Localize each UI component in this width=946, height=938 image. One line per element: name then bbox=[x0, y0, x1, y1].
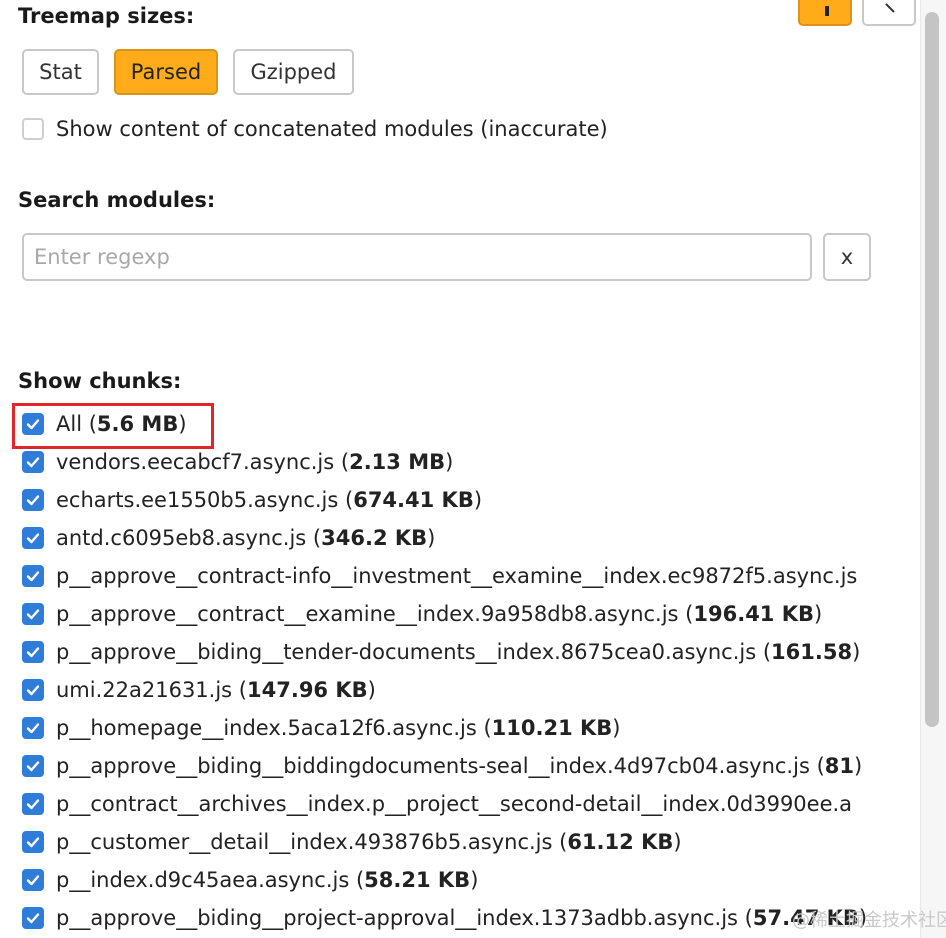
concat-modules-option[interactable]: Show content of concatenated modules (in… bbox=[22, 117, 608, 141]
chunk-label: p__homepage__index.5aca12f6.async.js (11… bbox=[56, 716, 621, 740]
checkbox-checked-icon[interactable] bbox=[22, 679, 44, 701]
chunk-label: p__approve__biding__project-approval__in… bbox=[56, 906, 868, 930]
chunk-label: vendors.eecabcf7.async.js (2.13 MB) bbox=[56, 450, 454, 474]
chunk-name: p__approve__biding__project-approval__in… bbox=[56, 906, 738, 930]
chunk-label: p__approve__contract__examine__index.9a9… bbox=[56, 602, 823, 626]
chunk-label: antd.c6095eb8.async.js (346.2 KB) bbox=[56, 526, 436, 550]
chunk-item[interactable]: p__approve__contract-info__investment__e… bbox=[22, 564, 857, 588]
chunk-size: 58.21 KB bbox=[364, 868, 471, 892]
chunk-all-label: All (5.6 MB) bbox=[56, 412, 187, 436]
chunk-name: p__approve__biding__biddingdocuments-sea… bbox=[56, 754, 810, 778]
chunk-label: p__customer__detail__index.493876b5.asyn… bbox=[56, 830, 682, 854]
chunk-name: p__contract__archives__index.p__project_… bbox=[56, 792, 853, 816]
checkbox-checked-icon[interactable] bbox=[22, 489, 44, 511]
checkbox-checked-icon[interactable] bbox=[22, 413, 44, 435]
checkbox-checked-icon[interactable] bbox=[22, 565, 44, 587]
checkbox-checked-icon[interactable] bbox=[22, 451, 44, 473]
chunk-label: p__approve__contract-info__investment__e… bbox=[56, 564, 857, 588]
concat-modules-checkbox[interactable] bbox=[22, 118, 44, 140]
watermark-text: @稀土掘金技术社区 bbox=[792, 910, 946, 931]
chunk-item[interactable]: vendors.eecabcf7.async.js (2.13 MB) bbox=[22, 450, 453, 474]
sidebar-panel: Treemap sizes: Stat Parsed Gzipped Show … bbox=[0, 0, 920, 938]
chunk-item[interactable]: p__index.d9c45aea.async.js (58.21 KB) bbox=[22, 868, 478, 892]
chunk-name: vendors.eecabcf7.async.js bbox=[56, 450, 335, 474]
pin-icon bbox=[825, 6, 829, 16]
scrollbar-thumb[interactable] bbox=[925, 12, 939, 727]
chunk-label: umi.22a21631.js (147.96 KB) bbox=[56, 678, 376, 702]
chunk-all-item[interactable]: All (5.6 MB) bbox=[22, 412, 187, 436]
gzipped-button[interactable]: Gzipped bbox=[233, 49, 354, 95]
chunk-item[interactable]: p__homepage__index.5aca12f6.async.js (11… bbox=[22, 716, 621, 740]
chunk-size: 196.41 KB bbox=[693, 602, 815, 626]
chunk-size: 110.21 KB bbox=[491, 716, 613, 740]
chunk-item[interactable]: p__approve__biding__biddingdocuments-sea… bbox=[22, 754, 862, 778]
chunk-size: 674.41 KB bbox=[353, 488, 474, 512]
pin-button[interactable] bbox=[798, 0, 852, 26]
clear-search-button[interactable]: x bbox=[823, 233, 871, 281]
chunk-name: echarts.ee1550b5.async.js bbox=[56, 488, 339, 512]
chunk-item[interactable]: echarts.ee1550b5.async.js (674.41 KB) bbox=[22, 488, 482, 512]
chunk-item[interactable]: p__approve__biding__project-approval__in… bbox=[22, 906, 867, 930]
chunk-size: 61.12 KB bbox=[567, 830, 674, 854]
chunk-name: p__approve__biding__tender-documents__in… bbox=[56, 640, 757, 664]
chunk-item[interactable]: p__contract__archives__index.p__project_… bbox=[22, 792, 852, 816]
chunk-label: p__index.d9c45aea.async.js (58.21 KB) bbox=[56, 868, 479, 892]
stat-button[interactable]: Stat bbox=[22, 49, 99, 95]
chunk-item[interactable]: umi.22a21631.js (147.96 KB) bbox=[22, 678, 376, 702]
collapse-button[interactable] bbox=[862, 0, 916, 26]
chunk-item[interactable]: antd.c6095eb8.async.js (346.2 KB) bbox=[22, 526, 435, 550]
checkbox-checked-icon[interactable] bbox=[22, 755, 44, 777]
chunk-item[interactable]: p__approve__biding__tender-documents__in… bbox=[22, 640, 860, 664]
chunk-name: p__approve__contract__examine__index.9a9… bbox=[56, 602, 679, 626]
chunk-size: 2.13 MB bbox=[349, 450, 446, 474]
checkbox-checked-icon[interactable] bbox=[22, 869, 44, 891]
arrow-icon bbox=[885, 3, 895, 13]
checkbox-checked-icon[interactable] bbox=[22, 527, 44, 549]
chunk-item[interactable]: p__approve__contract__examine__index.9a9… bbox=[22, 602, 822, 626]
concat-modules-label: Show content of concatenated modules (in… bbox=[56, 117, 608, 141]
chunk-name: antd.c6095eb8.async.js bbox=[56, 526, 307, 550]
checkbox-checked-icon[interactable] bbox=[22, 603, 44, 625]
show-chunks-heading: Show chunks: bbox=[18, 369, 182, 393]
chunk-label: p__approve__biding__tender-documents__in… bbox=[56, 640, 861, 664]
chunk-label: echarts.ee1550b5.async.js (674.41 KB) bbox=[56, 488, 483, 512]
chunk-size: 346.2 KB bbox=[321, 526, 428, 550]
chunk-name: p__customer__detail__index.493876b5.asyn… bbox=[56, 830, 553, 854]
chunk-label: p__approve__biding__biddingdocuments-sea… bbox=[56, 754, 863, 778]
search-input[interactable] bbox=[22, 233, 812, 281]
checkbox-checked-icon[interactable] bbox=[22, 717, 44, 739]
parsed-button[interactable]: Parsed bbox=[114, 49, 218, 95]
chunk-size: 161.58 bbox=[771, 640, 853, 664]
chunk-label: p__contract__archives__index.p__project_… bbox=[56, 792, 852, 816]
chunk-name: p__index.d9c45aea.async.js bbox=[56, 868, 350, 892]
chunk-size: 147.96 KB bbox=[247, 678, 368, 702]
chunk-name: umi.22a21631.js bbox=[56, 678, 233, 702]
search-modules-heading: Search modules: bbox=[18, 188, 216, 212]
checkbox-checked-icon[interactable] bbox=[22, 793, 44, 815]
chunk-size: 81 bbox=[824, 754, 854, 778]
treemap-sizes-heading: Treemap sizes: bbox=[18, 4, 195, 28]
chunk-name: p__homepage__index.5aca12f6.async.js bbox=[56, 716, 477, 740]
checkbox-checked-icon[interactable] bbox=[22, 641, 44, 663]
checkbox-checked-icon[interactable] bbox=[22, 907, 44, 929]
chunk-item[interactable]: p__customer__detail__index.493876b5.asyn… bbox=[22, 830, 682, 854]
chunk-name: p__approve__contract-info__investment__e… bbox=[56, 564, 858, 588]
checkbox-checked-icon[interactable] bbox=[22, 831, 44, 853]
